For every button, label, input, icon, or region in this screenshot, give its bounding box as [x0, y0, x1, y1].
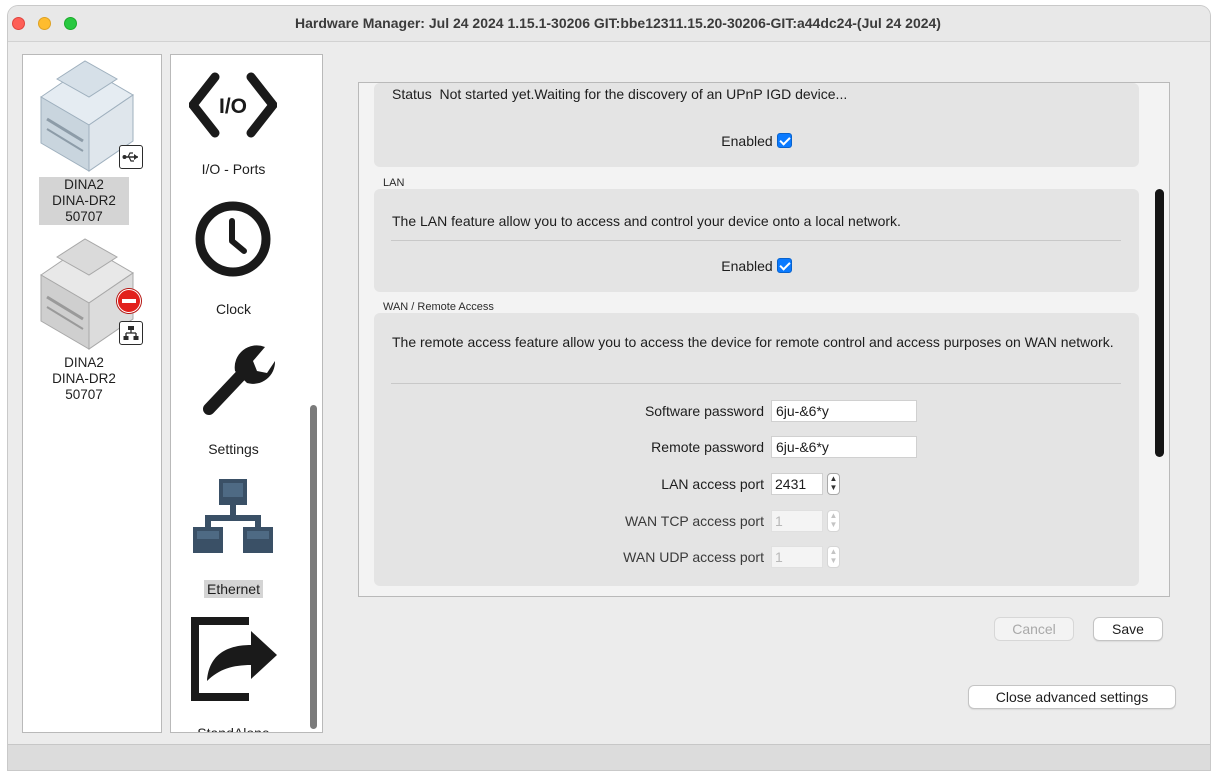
io-ports-icon: I/O [189, 72, 277, 138]
lan-description: The LAN feature allow you to access and … [392, 213, 901, 229]
device-model: DINA-DR2 [52, 193, 116, 208]
device-item[interactable]: DINA2 DINA-DR2 50707 [23, 235, 163, 415]
feature-nav[interactable]: I/O I/O - Ports Clock Settings Ethernet … [170, 54, 323, 733]
network-icon [193, 479, 273, 553]
nav-label: Clock [215, 301, 251, 317]
lan-enabled-row: Enabled [374, 258, 1139, 274]
wan-group: The remote access feature allow you to a… [374, 313, 1139, 586]
close-advanced-settings-button[interactable]: Close advanced settings [968, 685, 1176, 709]
lan-group: The LAN feature allow you to access and … [374, 189, 1139, 292]
nav-scrollbar[interactable] [310, 405, 317, 729]
wan-tcp-port-input[interactable]: 1 [771, 510, 823, 532]
status-bar [8, 744, 1210, 770]
nav-item-standalone[interactable]: StandAlone [171, 615, 307, 733]
device-item[interactable]: DINA2 DINA-DR2 50707 [23, 55, 163, 235]
remote-password-label: Remote password [651, 439, 764, 455]
nav-label: I/O - Ports [201, 161, 266, 177]
divider [391, 240, 1121, 241]
device-list[interactable]: DINA2 DINA-DR2 50707 DINA2 DINA-DR2 5070… [22, 54, 162, 733]
divider [391, 383, 1121, 384]
usb-icon [119, 145, 143, 169]
software-password-input[interactable]: 6ju-&6*y [771, 400, 917, 422]
title-bar: Hardware Manager: Jul 24 2024 1.15.1-302… [8, 6, 1210, 42]
remote-password-row: Remote password 6ju-&6*y [374, 436, 1139, 460]
clock-icon [195, 201, 271, 277]
no-entry-icon [117, 289, 141, 313]
device-label: DINA2 DINA-DR2 50707 [39, 355, 129, 403]
wrench-icon [203, 345, 276, 415]
device-serial: 50707 [65, 387, 103, 402]
lan-port-label: LAN access port [661, 476, 764, 492]
upnp-enabled-row: Enabled [374, 133, 1139, 149]
nav-item-clock[interactable]: Clock [171, 195, 307, 335]
nav-label: StandAlone [197, 725, 270, 733]
lan-section-title: LAN [383, 177, 405, 189]
wan-udp-port-stepper[interactable]: ▲ ▼ [827, 546, 840, 568]
wan-tcp-port-label: WAN TCP access port [624, 513, 764, 529]
hardware-manager-window: Hardware Manager: Jul 24 2024 1.15.1-302… [8, 6, 1210, 770]
device-name: DINA2 [64, 177, 104, 192]
svg-text:I/O: I/O [219, 95, 247, 118]
device-serial: 50707 [65, 209, 103, 224]
lan-port-row: LAN access port 2431 ▲ ▼ [374, 473, 1139, 497]
upnp-group: Status Not started yet.Waiting for the d… [374, 83, 1139, 167]
nav-item-io-ports[interactable]: I/O I/O - Ports [171, 55, 307, 195]
save-button[interactable]: Save [1093, 617, 1163, 641]
cancel-button[interactable]: Cancel [994, 617, 1074, 641]
upnp-enabled-label: Enabled [721, 133, 773, 149]
device-model: DINA-DR2 [52, 371, 116, 386]
lan-enabled-label: Enabled [721, 258, 773, 274]
upnp-enabled-checkbox[interactable] [776, 133, 792, 148]
upnp-status: Status Not started yet.Waiting for the d… [392, 86, 848, 102]
software-password-row: Software password 6ju-&6*y [374, 400, 1139, 424]
nav-item-settings[interactable]: Settings [171, 335, 307, 475]
ethernet-settings-panel: Status Not started yet.Waiting for the d… [358, 82, 1170, 597]
content-scrollbar[interactable] [1155, 189, 1164, 457]
device-name: DINA2 [64, 355, 104, 370]
wan-udp-port-label: WAN UDP access port [623, 549, 764, 565]
software-password-label: Software password [644, 403, 764, 419]
lan-enabled-checkbox[interactable] [776, 258, 792, 273]
window-title: Hardware Manager: Jul 24 2024 1.15.1-302… [295, 15, 941, 31]
wan-udp-port-input[interactable]: 1 [771, 546, 823, 568]
remote-password-input[interactable]: 6ju-&6*y [771, 436, 917, 458]
wan-description: The remote access feature allow you to a… [392, 334, 1114, 350]
export-arrow-icon [191, 617, 277, 701]
nav-item-ethernet[interactable]: Ethernet [171, 475, 307, 615]
network-icon [119, 321, 143, 345]
nav-label: Settings [208, 441, 259, 457]
wan-section-title: WAN / Remote Access [383, 301, 494, 313]
wan-udp-port-row: WAN UDP access port 1 ▲ ▼ [374, 546, 1139, 570]
wan-tcp-port-stepper[interactable]: ▲ ▼ [827, 510, 840, 532]
lan-port-input[interactable]: 2431 [771, 473, 823, 495]
lan-port-stepper[interactable]: ▲ ▼ [827, 473, 840, 495]
device-label: DINA2 DINA-DR2 50707 [39, 177, 129, 225]
wan-tcp-port-row: WAN TCP access port 1 ▲ ▼ [374, 510, 1139, 534]
nav-label: Ethernet [171, 580, 296, 598]
